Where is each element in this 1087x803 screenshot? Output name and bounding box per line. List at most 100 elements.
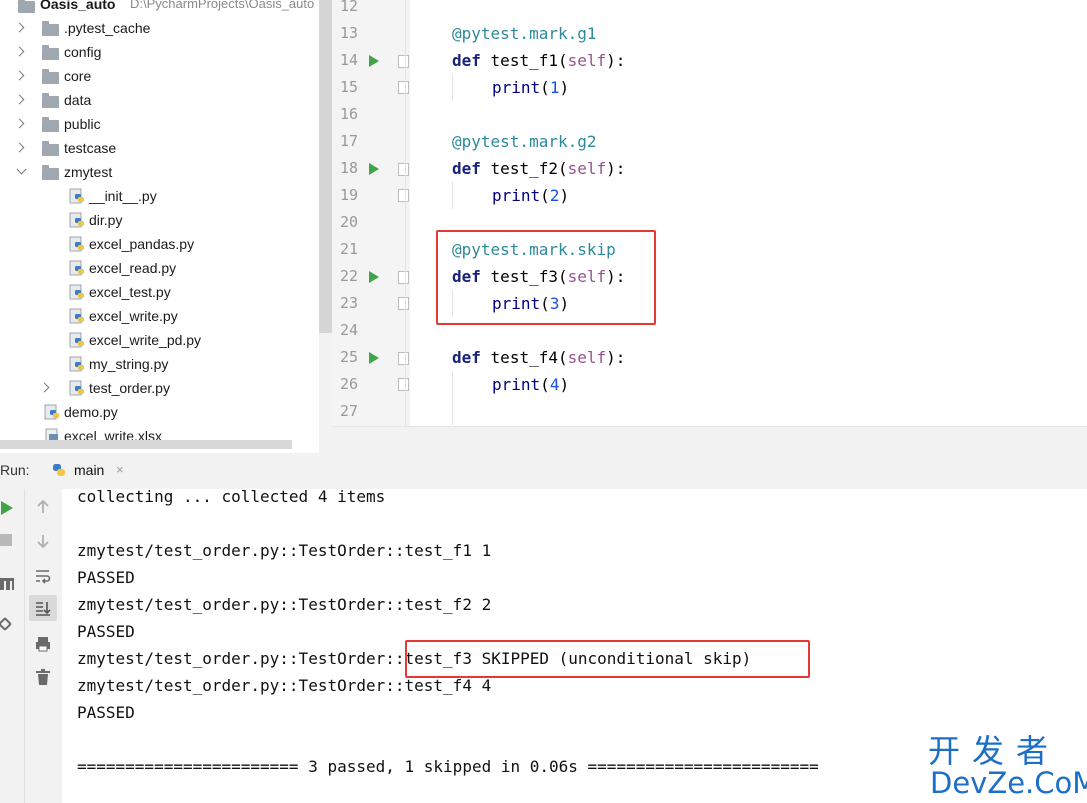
chevron-down-icon[interactable]	[16, 164, 27, 175]
tree-horizontal-scrollbar[interactable]	[0, 440, 292, 449]
console-line: zmytest/test_order.py::TestOrder::test_f…	[77, 541, 492, 560]
python-file-icon	[44, 404, 59, 420]
stop-icon[interactable]	[0, 534, 12, 546]
run-gutter-icon[interactable]	[369, 163, 379, 175]
paren: ):	[606, 159, 626, 178]
rerun-icon[interactable]	[1, 501, 13, 515]
tree-item-excel-test-py[interactable]: excel_test.py	[0, 280, 319, 304]
up-arrow-icon[interactable]	[35, 499, 51, 515]
scroll-to-end-icon	[36, 602, 51, 616]
code-line-14: def test_f1(self):	[452, 47, 625, 74]
tree-scrollbar-thumb[interactable]	[319, 0, 332, 333]
close-icon[interactable]: ×	[116, 462, 124, 477]
tree-item-label: excel_test.py	[89, 284, 171, 300]
fold-marker-icon[interactable]	[398, 163, 409, 176]
fold-marker-icon[interactable]	[398, 297, 409, 310]
pin-icon[interactable]	[0, 616, 13, 632]
tree-item-excel-write-pd-py[interactable]: excel_write_pd.py	[0, 328, 319, 352]
layout-icon[interactable]	[0, 578, 14, 590]
tree-item-label: excel_pandas.py	[89, 236, 195, 252]
fold-marker-icon[interactable]	[398, 55, 409, 68]
run-gutter-icon[interactable]	[369, 271, 379, 283]
tree-item-zmytest[interactable]: zmytest	[0, 160, 319, 184]
chevron-right-icon[interactable]	[14, 142, 25, 153]
fold-marker-icon[interactable]	[398, 352, 409, 365]
line-number: 23	[339, 294, 358, 312]
tree-item-my-string-py[interactable]: my_string.py	[0, 352, 319, 376]
line-number: 27	[339, 402, 358, 420]
python-file-icon	[69, 236, 84, 252]
function-name: test_f1	[490, 51, 558, 70]
tree-item-test-order-py[interactable]: test_order.py	[0, 376, 319, 400]
keyword: def	[452, 348, 481, 367]
fold-marker-icon[interactable]	[398, 378, 409, 391]
run-gutter-icon[interactable]	[369, 55, 379, 67]
tree-item-core[interactable]: core	[0, 64, 319, 88]
tree-item-excel-read-py[interactable]: excel_read.py	[0, 256, 319, 280]
console-line: PASSED	[77, 703, 135, 722]
tree-item-pytest-cache[interactable]: .pytest_cache	[0, 16, 319, 40]
tree-item-dir-py[interactable]: dir.py	[0, 208, 319, 232]
run-label: Run:	[0, 462, 30, 478]
paren: )	[559, 186, 570, 205]
chevron-right-icon[interactable]	[14, 118, 25, 129]
soft-wrap-icon[interactable]	[34, 568, 52, 584]
fold-marker-icon[interactable]	[398, 271, 409, 284]
scroll-to-end-toggle[interactable]	[29, 595, 57, 621]
tree-item-label: excel_write_pd.py	[89, 332, 202, 348]
line-number: 21	[339, 240, 358, 258]
fold-marker-icon[interactable]	[398, 81, 409, 94]
watermark: 开发者 DevZe.CoM	[928, 733, 1087, 799]
line-number: 22	[339, 267, 358, 285]
line-number: 12	[339, 0, 358, 15]
tree-item-label: excel_read.py	[89, 260, 177, 276]
python-file-icon	[69, 188, 84, 204]
function-name: test_f2	[490, 159, 558, 178]
python-file-icon	[69, 332, 84, 348]
tree-item-label: dir.py	[89, 212, 123, 228]
number-literal: 2	[549, 186, 560, 205]
self-param: self	[567, 51, 607, 70]
tree-item-testcase[interactable]: testcase	[0, 136, 319, 160]
tree-item-excel-write-py[interactable]: excel_write.py	[0, 304, 319, 328]
tree-item-label: testcase	[64, 140, 117, 156]
number-literal: 4	[549, 375, 560, 394]
tree-item-label: .pytest_cache	[64, 20, 151, 36]
chevron-right-icon[interactable]	[39, 382, 50, 393]
tree-item-data[interactable]: data	[0, 88, 319, 112]
paren: (	[557, 51, 568, 70]
line-number: 25	[339, 348, 358, 366]
decorator: @pytest.mark.g1	[452, 24, 597, 43]
run-gutter-icon[interactable]	[369, 352, 379, 364]
tree-item-demo-py[interactable]: demo.py	[0, 400, 319, 424]
tree-item-label: demo.py	[64, 404, 118, 420]
skipped-highlight-box	[405, 640, 810, 678]
tree-item-label: my_string.py	[89, 356, 169, 372]
tree-item-config[interactable]: config	[0, 40, 319, 64]
project-tree: Oasis_auto D:\PycharmProjects\Oasis_auto…	[0, 0, 319, 453]
tree-item-excel-pandas-py[interactable]: excel_pandas.py	[0, 232, 319, 256]
chevron-right-icon[interactable]	[14, 46, 25, 57]
console-line: PASSED	[77, 568, 135, 587]
line-number: 16	[339, 105, 358, 123]
chevron-right-icon[interactable]	[14, 70, 25, 81]
code-line-25: def test_f4(self):	[452, 344, 625, 371]
paren: ):	[606, 51, 626, 70]
python-file-icon	[69, 260, 84, 276]
python-file-icon	[69, 284, 84, 300]
tree-item-init-py[interactable]: __init__.py	[0, 184, 319, 208]
python-file-icon	[69, 308, 84, 324]
code-editor[interactable]: 12 13 14 15 16 17 18 19 20 21 22 23 24 2…	[332, 0, 1087, 426]
paren: )	[559, 375, 570, 394]
console-line: zmytest/test_order.py::TestOrder::test_f…	[77, 595, 492, 614]
tree-item-label: __init__.py	[89, 188, 157, 204]
tree-item-public[interactable]: public	[0, 112, 319, 136]
fold-marker-icon[interactable]	[398, 189, 409, 202]
chevron-right-icon[interactable]	[14, 22, 25, 33]
line-number: 17	[339, 132, 358, 150]
trash-icon[interactable]	[35, 668, 51, 686]
chevron-right-icon[interactable]	[14, 94, 25, 105]
watermark-en: DevZe.CoM	[930, 766, 1087, 800]
print-icon[interactable]	[34, 635, 52, 653]
down-arrow-icon[interactable]	[35, 533, 51, 549]
